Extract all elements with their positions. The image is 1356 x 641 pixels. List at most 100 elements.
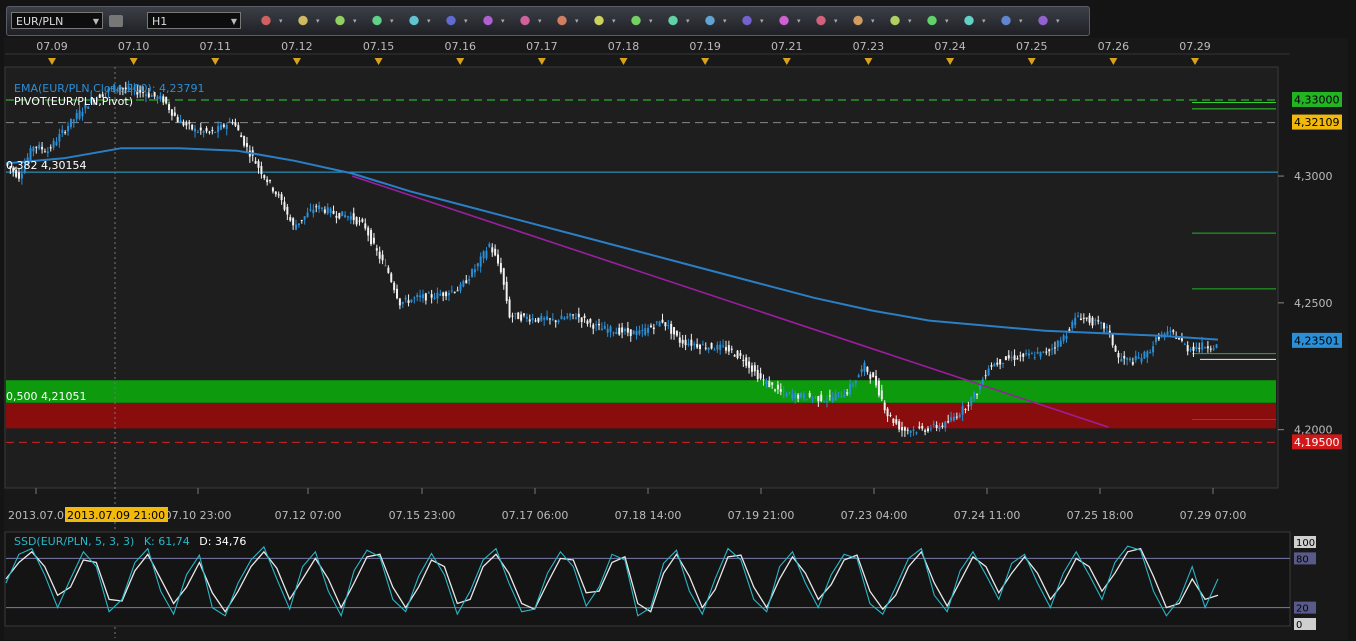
chevron-down-icon[interactable]: ▾ bbox=[760, 17, 764, 25]
chevron-down-icon[interactable]: ▾ bbox=[464, 17, 468, 25]
candle-body bbox=[419, 295, 422, 298]
candle-body bbox=[528, 319, 531, 322]
candle-body bbox=[346, 216, 349, 218]
chevron-down-icon[interactable]: ▾ bbox=[945, 17, 949, 25]
candle-body bbox=[424, 293, 427, 301]
chevron-down-icon[interactable]: ▾ bbox=[1056, 17, 1060, 25]
candle-body bbox=[49, 147, 52, 149]
candle-body bbox=[75, 112, 78, 120]
candle-body bbox=[1137, 357, 1140, 359]
chevron-down-icon[interactable]: ▾ bbox=[723, 17, 727, 25]
candle-body bbox=[1045, 351, 1048, 353]
chevron-down-icon[interactable]: ▾ bbox=[575, 17, 579, 25]
candle-body bbox=[632, 330, 635, 335]
candle-body bbox=[918, 426, 921, 429]
trend-icon[interactable] bbox=[812, 12, 830, 29]
cursor-icon[interactable] bbox=[405, 12, 423, 29]
candle-body bbox=[976, 394, 979, 396]
candle-body bbox=[629, 329, 632, 336]
chevron-down-icon[interactable]: ▾ bbox=[427, 17, 431, 25]
ellipse-icon[interactable] bbox=[886, 12, 904, 29]
candle-body bbox=[580, 317, 583, 323]
candle-body bbox=[1088, 315, 1091, 323]
abc-icon[interactable] bbox=[923, 12, 941, 29]
candle-body bbox=[439, 294, 442, 296]
chevron-down-icon[interactable]: ▾ bbox=[649, 17, 653, 25]
table-icon[interactable] bbox=[368, 12, 386, 29]
candle-body bbox=[739, 353, 742, 356]
candle-body bbox=[644, 328, 647, 335]
chevron-down-icon[interactable]: ▾ bbox=[871, 17, 875, 25]
candle-body bbox=[704, 347, 707, 349]
link-icon[interactable] bbox=[109, 15, 123, 27]
candle-body bbox=[1183, 343, 1186, 345]
timeframe-select[interactable]: H1 ▼ bbox=[147, 12, 241, 29]
osc-tick-label: 0 bbox=[1296, 620, 1302, 631]
candle-body bbox=[574, 317, 577, 319]
chevron-down-icon[interactable]: ▾ bbox=[1019, 17, 1023, 25]
chevron-down-icon[interactable]: ▾ bbox=[797, 17, 801, 25]
pencil-icon[interactable] bbox=[516, 12, 534, 29]
candle-body bbox=[315, 206, 318, 208]
bar-chart-icon[interactable] bbox=[257, 12, 275, 29]
candle-body bbox=[543, 317, 546, 320]
candle-icon[interactable] bbox=[294, 12, 312, 29]
chevron-down-icon[interactable]: ▾ bbox=[390, 17, 394, 25]
candle-body bbox=[43, 151, 46, 153]
candle-body bbox=[678, 337, 681, 343]
candle-body bbox=[202, 131, 205, 133]
candle-body bbox=[476, 263, 479, 267]
tree-icon[interactable] bbox=[997, 12, 1015, 29]
chevron-down-icon[interactable]: ▾ bbox=[316, 17, 320, 25]
candle-body bbox=[508, 299, 511, 318]
text-icon[interactable] bbox=[479, 12, 497, 29]
candle-body bbox=[1154, 337, 1157, 343]
channel-icon[interactable] bbox=[775, 12, 793, 29]
candle-body bbox=[445, 292, 448, 297]
ruler-icon[interactable] bbox=[627, 12, 645, 29]
candle-body bbox=[289, 217, 292, 221]
candle-body bbox=[269, 180, 272, 182]
eye-icon[interactable] bbox=[553, 12, 571, 29]
candle-body bbox=[468, 279, 471, 281]
chevron-down-icon[interactable]: ▾ bbox=[908, 17, 912, 25]
menu-icon[interactable] bbox=[1034, 12, 1052, 29]
window-icon[interactable] bbox=[701, 12, 719, 29]
candle-body bbox=[774, 389, 777, 391]
candle-body bbox=[1036, 352, 1039, 354]
image-icon[interactable] bbox=[664, 12, 682, 29]
chevron-down-icon[interactable]: ▾ bbox=[501, 17, 505, 25]
candle-body bbox=[1160, 333, 1163, 335]
line-chart-icon[interactable] bbox=[331, 12, 349, 29]
candle-body bbox=[993, 363, 996, 367]
eraser-icon[interactable] bbox=[960, 12, 978, 29]
chevron-down-icon[interactable]: ▾ bbox=[982, 17, 986, 25]
candle-body bbox=[173, 112, 176, 116]
symbol-select[interactable]: EUR/PLN ▼ bbox=[11, 12, 103, 29]
candle-body bbox=[277, 194, 280, 196]
chevron-down-icon[interactable]: ▾ bbox=[353, 17, 357, 25]
candle-body bbox=[194, 128, 197, 132]
candle-body bbox=[724, 347, 727, 351]
chevron-down-icon[interactable]: ▾ bbox=[279, 17, 283, 25]
globe-icon[interactable] bbox=[590, 12, 608, 29]
chevron-down-icon[interactable]: ▾ bbox=[538, 17, 542, 25]
candle-body bbox=[416, 294, 419, 298]
candle-body bbox=[1042, 351, 1045, 353]
crosshair-icon[interactable] bbox=[442, 12, 460, 29]
candle-body bbox=[245, 143, 248, 147]
candle-body bbox=[886, 408, 889, 417]
chevron-down-icon[interactable]: ▾ bbox=[834, 17, 838, 25]
line-icon[interactable] bbox=[849, 12, 867, 29]
candle-body bbox=[673, 327, 676, 335]
candle-body bbox=[641, 329, 644, 331]
chevron-down-icon[interactable]: ▾ bbox=[686, 17, 690, 25]
fib-icon[interactable] bbox=[738, 12, 756, 29]
candle-body bbox=[860, 369, 863, 373]
candle-body bbox=[473, 269, 476, 273]
candle-body bbox=[831, 397, 834, 402]
candle-body bbox=[566, 316, 569, 319]
candle-body bbox=[240, 135, 243, 138]
chevron-down-icon[interactable]: ▾ bbox=[612, 17, 616, 25]
candle-body bbox=[750, 365, 753, 372]
